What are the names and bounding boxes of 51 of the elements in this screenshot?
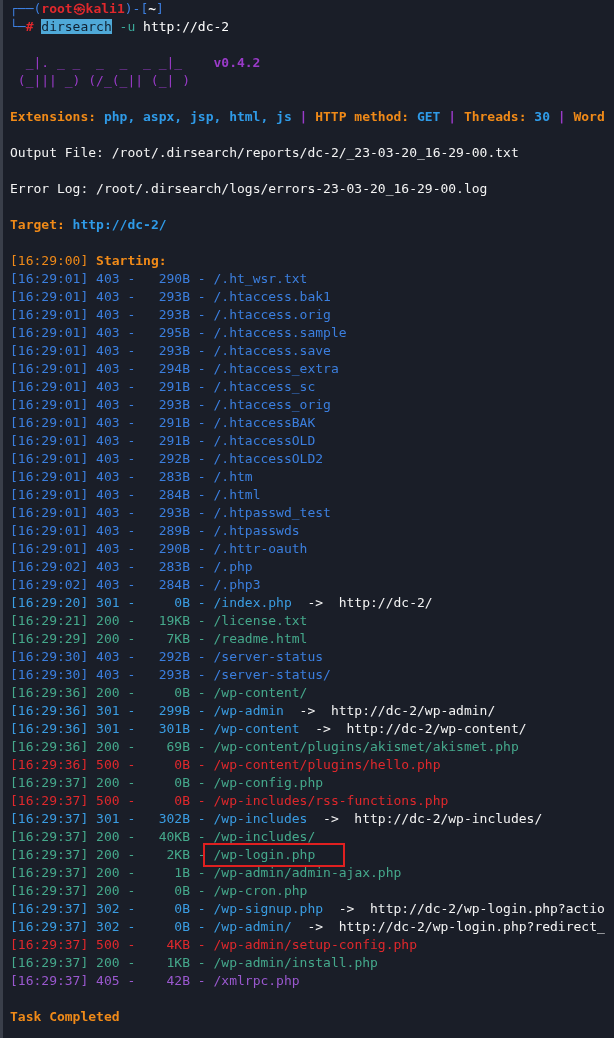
log-line: [16:29:01] 403 - 291B - /.htaccessOLD <box>10 432 316 450</box>
log-line: [16:29:01] 403 - 283B - /.htm <box>10 468 253 486</box>
log-line: [16:29:30] 403 - 292B - /server-status <box>10 648 324 666</box>
log-line: [16:29:30] 403 - 293B - /server-status/ <box>10 666 331 684</box>
log-line: [16:29:37] 500 - 0B - /wp-includes/rss-functions.php <box>10 792 449 810</box>
log-line: [16:29:01] 403 - 293B - /.htaccess.save <box>10 342 331 360</box>
log-line: [16:29:37] 301 - 302B - /wp-includes -> http://dc-2/wp-includes/ <box>10 810 543 828</box>
log-line: [16:29:36] 301 - 301B - /wp-content -> http://dc-2/wp-content/ <box>10 720 527 738</box>
log-line: [16:29:37] 200 - 1B - /wp-admin/admin-ajax.php <box>10 864 402 882</box>
log-line: [16:29:01] 403 - 293B - /.htaccess.bak1 <box>10 288 331 306</box>
output-file-line: Output File: /root/.dirsearch/reports/dc-2/_23-03-20_16-29-00.txt <box>10 144 519 162</box>
version-label: v0.4.2 <box>213 54 261 72</box>
log-line: [16:29:01] 403 - 290B - /.ht_wsr.txt <box>10 270 308 288</box>
log-line: [16:29:29] 200 - 7KB - /readme.html <box>10 630 308 648</box>
log-line: [16:29:36] 301 - 299B - /wp-admin -> http://dc-2/wp-admin/ <box>10 702 496 720</box>
log-line: [16:29:37] 500 - 4KB - /wp-admin/setup-config.php <box>10 936 417 954</box>
log-line: [16:29:21] 200 - 19KB - /license.txt <box>10 612 308 630</box>
config-line: Extensions: php, aspx, jsp, html, js | HTTP method: GET | Threads: 30 | Word <box>10 108 605 126</box>
log-line: [16:29:01] 403 - 289B - /.htpasswds <box>10 522 300 540</box>
log-line: [16:29:01] 403 - 295B - /.htaccess.sample <box>10 324 347 342</box>
log-line: [16:29:36] 200 - 0B - /wp-content/ <box>10 684 308 702</box>
log-line: [16:29:01] 403 - 284B - /.html <box>10 486 261 504</box>
command-line: └─# dirsearch -u http://dc-2 <box>10 18 230 36</box>
log-line: [16:29:37] 302 - 0B - /wp-signup.php -> http://dc-2/wp-login.php?actio <box>10 900 605 918</box>
log-line: [16:29:01] 403 - 291B - /.htaccess_sc <box>10 378 316 396</box>
log-line: [16:29:01] 403 - 291B - /.htaccessBAK <box>10 414 316 432</box>
log-line: [16:29:37] 200 - 2KB - /wp-login.php <box>10 846 316 864</box>
log-line: [16:29:37] 200 - 0B - /wp-config.php <box>10 774 324 792</box>
log-line: [16:29:37] 200 - 0B - /wp-cron.php <box>10 882 308 900</box>
log-line: [16:29:01] 403 - 293B - /.htaccess.orig <box>10 306 331 324</box>
ascii-logo-line: (_||| _) (/_(_|| (_| ) <box>17 72 190 90</box>
task-completed-line: Task Completed <box>10 1008 120 1026</box>
log-line: [16:29:02] 403 - 283B - /.php <box>10 558 253 576</box>
log-line: [16:29:36] 500 - 0B - /wp-content/plugins/hello.php <box>10 756 441 774</box>
log-line: [16:29:20] 301 - 0B - /index.php -> http://dc-2/ <box>10 594 433 612</box>
log-line: [16:29:37] 302 - 0B - /wp-admin/ -> http://dc-2/wp-login.php?redirect_ <box>10 918 605 936</box>
log-line: [16:29:02] 403 - 284B - /.php3 <box>10 576 261 594</box>
log-line: [16:29:36] 200 - 69B - /wp-content/plugins/akismet/akismet.php <box>10 738 519 756</box>
ascii-logo-line: _|. _ _ _ _ _ _|_ <box>25 54 183 72</box>
log-line: [16:29:01] 403 - 293B - /.htaccess_orig <box>10 396 331 414</box>
start-line: [16:29:00] Starting: <box>10 252 167 270</box>
log-line: [16:29:37] 200 - 40KB - /wp-includes/ <box>10 828 316 846</box>
log-line: [16:29:37] 200 - 1KB - /wp-admin/install.php <box>10 954 378 972</box>
log-line: [16:29:01] 403 - 294B - /.htaccess_extra <box>10 360 339 378</box>
log-line: [16:29:01] 403 - 293B - /.htpasswd_test <box>10 504 331 522</box>
log-line: [16:29:01] 403 - 292B - /.htaccessOLD2 <box>10 450 324 468</box>
log-line: [16:29:01] 403 - 290B - /.httr-oauth <box>10 540 308 558</box>
error-log-line: Error Log: /root/.dirsearch/logs/errors-23-03-20_16-29-00.log <box>10 180 488 198</box>
prompt-line: ┌──(root㉿kali1)-[~] <box>10 0 164 18</box>
log-line: [16:29:37] 405 - 42B - /xmlrpc.php <box>10 972 300 990</box>
target-line: Target: http://dc-2/ <box>10 216 167 234</box>
